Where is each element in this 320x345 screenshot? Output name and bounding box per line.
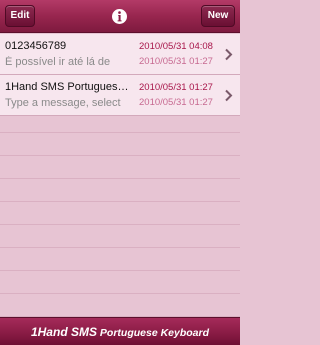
info-icon[interactable] [111, 8, 128, 25]
new-message-button[interactable]: New [201, 5, 235, 27]
message-list: 0123456789 É possível ir até lá de 2010/… [0, 34, 240, 317]
message-row[interactable]: 1Hand SMS Portugues… Type a message, sel… [0, 75, 240, 116]
chevron-right-icon [225, 48, 233, 61]
footer-title-keyboard: Portuguese Keyboard [99, 327, 210, 339]
footer-bar: 1Hand SMS Portuguese Keyboard [0, 317, 240, 345]
edit-button[interactable]: Edit [5, 5, 35, 27]
navigation-bar: Edit New [0, 0, 240, 33]
chevron-right-icon [225, 89, 233, 102]
message-date-secondary: 2010/05/31 01:27 [139, 97, 213, 108]
message-preview: Type a message, select [5, 97, 121, 109]
message-date-primary: 2010/05/31 01:27 [139, 82, 213, 93]
footer-title: 1Hand SMS Portuguese Keyboard [0, 325, 240, 339]
footer-title-app: 1Hand SMS [30, 325, 97, 339]
message-date-secondary: 2010/05/31 01:27 [139, 56, 213, 67]
message-sender: 1Hand SMS Portugues… [5, 81, 129, 93]
message-preview: É possível ir até lá de [5, 56, 111, 68]
message-sender: 0123456789 [5, 40, 67, 52]
message-row[interactable]: 0123456789 É possível ir até lá de 2010/… [0, 34, 240, 75]
message-date-primary: 2010/05/31 04:08 [139, 41, 213, 52]
